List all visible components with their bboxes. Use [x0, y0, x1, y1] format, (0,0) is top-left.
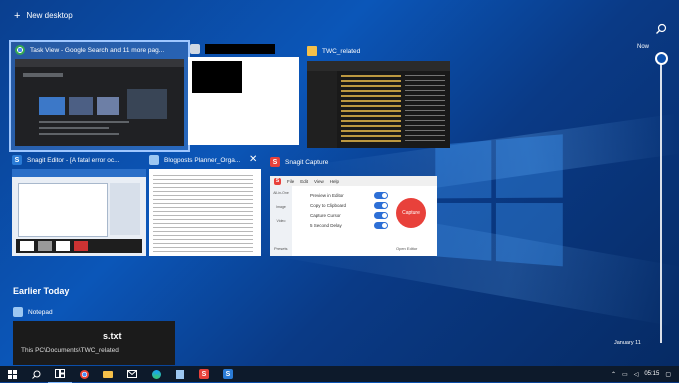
window-title: Task View - Google Search and 11 more pa… — [30, 46, 165, 54]
file-explorer-icon[interactable] — [96, 366, 120, 382]
chevron-up-icon[interactable]: ⌃ — [611, 371, 616, 378]
window-thumbnail — [12, 169, 146, 256]
capture-label: Capture — [402, 210, 420, 216]
window-card-snagit-editor[interactable]: S Snagit Editor - [A fatal error oc... — [12, 153, 146, 256]
menu-edit[interactable]: Edit — [300, 179, 308, 184]
chrome-icon[interactable] — [72, 366, 96, 382]
snagit-editor-icon[interactable]: S — [216, 366, 240, 382]
window-thumbnail — [15, 59, 184, 146]
presets-label[interactable]: Presets — [274, 246, 288, 251]
toggle[interactable] — [374, 222, 388, 229]
window-thumbnail — [149, 169, 261, 256]
folder-icon — [307, 46, 317, 56]
snagit-icon[interactable]: S — [192, 366, 216, 382]
task-view-icon[interactable] — [48, 366, 72, 383]
option-capture-cursor: Capture Cursor — [310, 213, 341, 218]
window-thumbnail — [188, 57, 299, 145]
new-desktop-button[interactable]: + New desktop — [14, 9, 73, 22]
search-icon[interactable] — [24, 366, 48, 382]
window-title-redacted — [205, 44, 275, 54]
notepad-icon[interactable] — [168, 366, 192, 382]
window-card-snagit-capture[interactable]: S Snagit Capture S File Edit View Help A… — [270, 155, 437, 256]
window-title: Snagit Editor - [A fatal error oc... — [27, 156, 120, 164]
toggle[interactable] — [374, 192, 388, 199]
taskbar: S S ⌃ ▭ ◁ 05:15 ▢ — [0, 366, 679, 383]
sidebar-image[interactable]: Image — [270, 205, 292, 209]
option-preview-in-editor: Preview in Editor — [310, 193, 344, 198]
timeline-handle[interactable] — [655, 52, 668, 65]
snagit-icon: S — [274, 177, 281, 185]
option-copy-to-clipboard: Copy to Clipboard — [310, 203, 347, 208]
volume-icon[interactable]: ◁ — [634, 371, 639, 378]
close-icon[interactable]: ✕ — [249, 155, 257, 165]
search-icon[interactable] — [655, 22, 667, 40]
notepad-icon — [13, 307, 23, 317]
window-thumbnail — [307, 61, 450, 148]
mail-icon[interactable] — [120, 366, 144, 382]
notification-icon[interactable]: ▢ — [665, 371, 671, 378]
window-title: Blogposts Planner_Orga... — [164, 156, 241, 164]
earlier-today-heading: Earlier Today — [13, 286, 70, 296]
open-editor-label[interactable]: Open Editor — [396, 246, 417, 251]
capture-button[interactable]: Capture — [396, 198, 426, 228]
system-tray: ⌃ ▭ ◁ 05:15 ▢ — [611, 366, 671, 382]
snagit-icon: S — [270, 157, 280, 167]
network-icon[interactable]: ▭ — [622, 371, 628, 378]
chrome-icon — [15, 45, 25, 55]
file-name: s.txt — [103, 331, 122, 341]
menu-view[interactable]: View — [314, 179, 324, 184]
window-thumbnail: S File Edit View Help All-in-One Image V… — [270, 176, 437, 256]
window-title: TWC_related — [322, 47, 361, 55]
toggle[interactable] — [374, 212, 388, 219]
window-card-unknown[interactable] — [188, 40, 300, 148]
clock[interactable]: 05:15 — [644, 371, 659, 377]
window-card-explorer[interactable]: TWC_related — [305, 44, 450, 148]
window-card-notepad[interactable]: Blogposts Planner_Orga... ✕ — [149, 153, 261, 256]
menu-help[interactable]: Help — [330, 179, 339, 184]
plus-icon: + — [14, 9, 21, 22]
notepad-icon — [149, 155, 159, 165]
menu-file[interactable]: File — [287, 179, 294, 184]
timeline-card-body: s.txt This PC\Documents\TWC_related — [13, 321, 175, 365]
app-icon — [190, 44, 200, 54]
edge-icon[interactable] — [144, 366, 168, 382]
timeline-card-notepad[interactable]: Notepad s.txt This PC\Documents\TWC_rela… — [13, 305, 175, 365]
windows-wallpaper-logo — [435, 134, 566, 271]
option-5-second-delay: 5 Second Delay — [310, 223, 342, 228]
timeline-track[interactable] — [660, 58, 662, 343]
sidebar-all-in-one[interactable]: All-in-One — [270, 191, 292, 195]
window-card-chrome[interactable]: Task View - Google Search and 11 more pa… — [9, 40, 190, 152]
timeline-date-label: January 11 — [614, 340, 641, 346]
window-title: Snagit Capture — [285, 158, 329, 166]
file-path: This PC\Documents\TWC_related — [21, 347, 119, 354]
timeline-now-label: Now — [637, 44, 650, 50]
windows-start-icon[interactable] — [0, 366, 24, 382]
toggle[interactable] — [374, 202, 388, 209]
new-desktop-label: New desktop — [26, 11, 73, 20]
snagit-icon: S — [12, 155, 22, 165]
sidebar-video[interactable]: Video — [270, 219, 292, 223]
app-name: Notepad — [28, 308, 53, 316]
